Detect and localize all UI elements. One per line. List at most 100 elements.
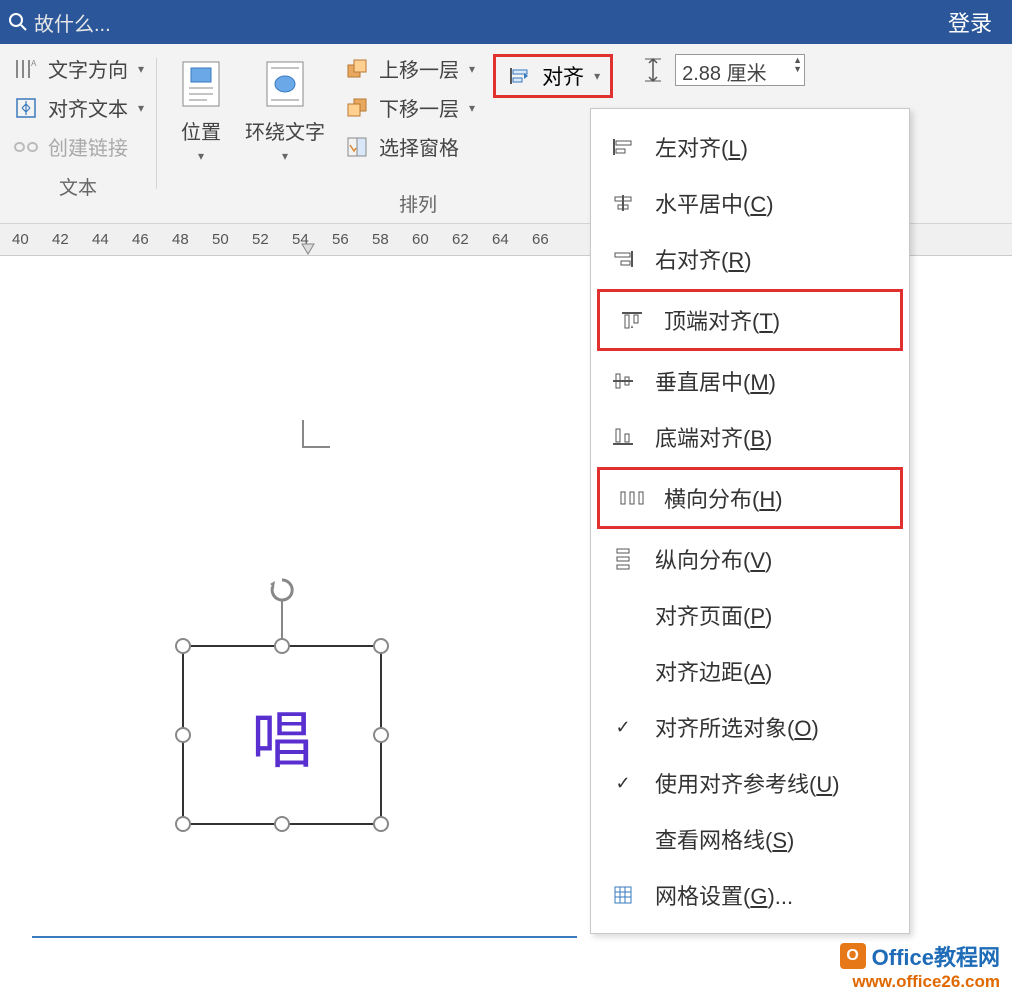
menu-item-label: 纵向分布(V): [655, 543, 772, 575]
align-menu-align-right[interactable]: 右对齐(R): [591, 231, 909, 287]
size-height-control[interactable]: 2.88 厘米 ▲▼: [639, 54, 805, 86]
align-text-icon: [12, 94, 40, 122]
selection-pane-button[interactable]: 选择窗格: [343, 132, 475, 161]
chevron-down-icon: ▾: [138, 62, 144, 76]
resize-handle-w[interactable]: [175, 727, 191, 743]
link-icon: [12, 133, 40, 161]
resize-handle-s[interactable]: [274, 816, 290, 832]
position-icon: [173, 56, 229, 112]
menu-item-label: 查看网格线(S): [655, 823, 794, 855]
blank-icon: [609, 659, 637, 683]
position-button[interactable]: 位置 ▾: [169, 54, 233, 165]
menu-item-label: 对齐页面(P): [655, 599, 772, 631]
bring-forward-button[interactable]: 上移一层 ▾: [343, 54, 475, 83]
align-menu-dist-h[interactable]: 横向分布(H): [597, 467, 903, 529]
height-icon: [639, 56, 667, 84]
align-menu-s[interactable]: 查看网格线(S): [591, 811, 909, 867]
selection-pane-icon: [343, 133, 371, 161]
align-middle-v-icon: [609, 369, 637, 393]
resize-handle-sw[interactable]: [175, 816, 191, 832]
ruler-tick: 40: [12, 231, 52, 248]
align-menu-align-left[interactable]: 左对齐(L): [591, 119, 909, 175]
align-menu-p[interactable]: 对齐页面(P): [591, 587, 909, 643]
group-label-text: 文本: [59, 173, 97, 200]
search-placeholder: 故什么...: [34, 8, 111, 37]
align-menu-dist-v[interactable]: 纵向分布(V): [591, 531, 909, 587]
align-button[interactable]: 对齐▾: [493, 54, 613, 98]
tell-me-search[interactable]: 故什么...: [0, 8, 111, 37]
ruler-tick: 52: [252, 231, 292, 248]
align-menu-align-top[interactable]: 顶端对齐(T): [597, 289, 903, 351]
resize-handle-ne[interactable]: [373, 638, 389, 654]
align-menu-o[interactable]: ✓对齐所选对象(O): [591, 699, 909, 755]
rotation-handle[interactable]: [267, 575, 297, 610]
send-backward-icon: [343, 94, 371, 122]
title-bar: 故什么... 登录: [0, 0, 1012, 44]
align-menu-align-bottom[interactable]: 底端对齐(B): [591, 409, 909, 465]
resize-handle-n[interactable]: [274, 638, 290, 654]
menu-item-label: 底端对齐(B): [655, 421, 772, 453]
grid-icon: [609, 883, 637, 907]
align-menu-u[interactable]: ✓ 使用对齐参考线(U): [591, 755, 909, 811]
ruler-tick: 62: [452, 231, 492, 248]
resize-handle-nw[interactable]: [175, 638, 191, 654]
align-dropdown: 左对齐(L) 水平居中(C) 右对齐(R) 顶端对齐(T) 垂直居中(M) 底端对齐(B)…: [590, 108, 910, 934]
chevron-down-icon: ▾: [198, 149, 204, 163]
svg-text:A: A: [31, 59, 37, 68]
align-bottom-icon: [609, 425, 637, 449]
textbox-content: 唱: [251, 690, 313, 780]
selected-textbox[interactable]: 唱: [182, 645, 382, 825]
resize-handle-e[interactable]: [373, 727, 389, 743]
align-left-icon: [609, 135, 637, 159]
spinner-arrows[interactable]: ▲▼: [793, 56, 802, 74]
text-direction-button[interactable]: A 文字方向▾: [12, 54, 144, 83]
height-spinner[interactable]: 2.88 厘米 ▲▼: [675, 54, 805, 86]
chevron-down-icon: ▾: [469, 62, 475, 76]
office-logo-icon: O: [840, 943, 866, 969]
align-menu-a[interactable]: 对齐边距(A): [591, 643, 909, 699]
resize-handle-se[interactable]: [373, 816, 389, 832]
align-text-button[interactable]: 对齐文本▾: [12, 93, 144, 122]
menu-item-label: 水平居中(C): [655, 187, 774, 219]
wrap-text-button[interactable]: 环绕文字 ▾: [241, 54, 329, 165]
send-backward-button[interactable]: 下移一层 ▾: [343, 93, 475, 122]
ruler-tick: 46: [132, 231, 172, 248]
chevron-down-icon: ▾: [282, 149, 288, 163]
align-top-icon: [618, 308, 646, 332]
ruler-tick: 60: [412, 231, 452, 248]
menu-item-label: 顶端对齐(T): [664, 304, 780, 336]
group-label-arrange: 排列: [399, 190, 437, 217]
menu-item-label: 对齐边距(A): [655, 655, 772, 687]
ruler-tick: 42: [52, 231, 92, 248]
chevron-down-icon: ▾: [138, 101, 144, 115]
blank-icon: ✓: [609, 715, 637, 739]
ruler-tick: 64: [492, 231, 532, 248]
bottom-border-line: [32, 936, 577, 938]
text-direction-icon: A: [12, 55, 40, 83]
menu-item-label: 垂直居中(M): [655, 365, 776, 397]
align-menu-align-center-h[interactable]: 水平居中(C): [591, 175, 909, 231]
align-menu-grid[interactable]: 网格设置(G)...: [591, 867, 909, 923]
align-menu-align-middle-v[interactable]: 垂直居中(M): [591, 353, 909, 409]
ruler-tick: 48: [172, 231, 212, 248]
search-icon: [8, 12, 28, 32]
login-button[interactable]: 登录: [948, 6, 992, 38]
wrap-text-icon: [257, 56, 313, 112]
blank-icon: [609, 603, 637, 627]
blank-icon: ✓: [609, 771, 637, 795]
chevron-down-icon: ▾: [594, 69, 600, 83]
watermark-url: www.office26.com: [840, 972, 1000, 992]
ruler-tick: 58: [372, 231, 412, 248]
menu-item-label: 横向分布(H): [664, 482, 783, 514]
align-right-icon: [609, 247, 637, 271]
align-center-h-icon: [609, 191, 637, 215]
chevron-down-icon: ▾: [469, 101, 475, 115]
ruler-tick: 56: [332, 231, 372, 248]
dist-h-icon: [618, 486, 646, 510]
menu-item-label: 右对齐(R): [655, 243, 752, 275]
ruler-tick: 50: [212, 231, 252, 248]
ribbon-group-text: A 文字方向▾ 对齐文本▾ 创建链接 文本: [0, 54, 156, 217]
ruler-indent-marker[interactable]: [300, 242, 316, 256]
menu-item-label: 使用对齐参考线(U): [655, 767, 840, 799]
crop-mark: [302, 420, 330, 448]
